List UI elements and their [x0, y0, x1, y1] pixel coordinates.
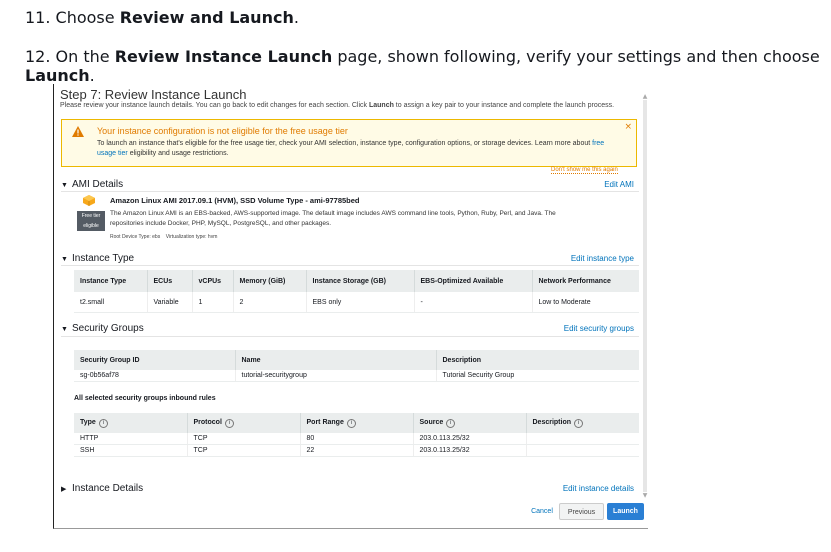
table-header-row: Instance Type ECUs vCPUs Memory (GiB) In…: [74, 270, 639, 292]
table-header-row: Security Group ID Name Description: [74, 350, 639, 370]
table-cell: -: [413, 292, 532, 313]
column-header: Description: [435, 350, 639, 370]
ami-name: Amazon Linux AMI 2017.09.1 (HVM), SSD Vo…: [110, 196, 360, 205]
caret-right-icon: ▶: [61, 486, 67, 493]
free-tier-badge: Free tier eligible: [77, 211, 105, 231]
column-header: Network Performance: [531, 270, 639, 292]
table-cell: t2.small: [74, 292, 147, 313]
info-icon[interactable]: i: [346, 418, 356, 428]
table-cell: HTTP: [74, 433, 187, 445]
table-header-row: Type i Protocol i Port Range i Source i Desc…: [74, 413, 639, 433]
table-cell: 80: [299, 433, 413, 445]
column-header: Instance Type: [74, 270, 147, 292]
table-cell: 203.0.113.25/32: [412, 444, 526, 457]
column-header: Description i: [525, 413, 639, 433]
table-row: SSH TCP 22 203.0.113.25/32: [74, 444, 639, 457]
table-row: t2.small Variable 1 2 EBS only - Low to …: [74, 292, 639, 313]
section-ami-details[interactable]: ▼ AMI Details: [61, 179, 123, 190]
table-cell: Variable: [146, 292, 192, 313]
security-groups-table: Security Group ID Name Description sg-0b…: [74, 350, 639, 382]
table-cell: 2: [232, 292, 306, 313]
column-header: Type i: [74, 413, 187, 433]
table-cell: 1: [191, 292, 233, 313]
column-header: Memory (GiB): [232, 270, 306, 292]
ami-description: The Amazon Linux AMI is an EBS-backed, A…: [110, 210, 556, 227]
column-header: ECUs: [146, 270, 192, 292]
page-subtitle: Please review your instance launch detai…: [60, 102, 615, 109]
table-cell: EBS only: [305, 292, 414, 313]
console-screenshot: Step 7: Review Instance Launch Please re…: [53, 84, 648, 529]
page-title: Step 7: Review Instance Launch: [60, 87, 247, 102]
column-header: Port Range i: [299, 413, 413, 433]
info-icon[interactable]: i: [574, 418, 584, 428]
divider: [61, 265, 639, 266]
table-cell: [525, 433, 639, 445]
table-cell: SSH: [74, 444, 187, 457]
close-icon[interactable]: ×: [624, 122, 632, 132]
instance-type-table: Instance Type ECUs vCPUs Memory (GiB) In…: [74, 270, 639, 313]
caret-down-icon: ▼: [61, 256, 68, 263]
table-cell: 22: [299, 444, 413, 457]
edit-instance-details-link[interactable]: Edit instance details: [563, 484, 634, 493]
inbound-rules-label: All selected security groups inbound rul…: [74, 395, 216, 402]
scrollbar-thumb[interactable]: [643, 100, 647, 492]
column-header: EBS-Optimized Available: [413, 270, 532, 292]
caret-down-icon: ▼: [61, 182, 68, 189]
info-icon[interactable]: i: [224, 418, 234, 428]
cancel-button[interactable]: Cancel: [524, 503, 560, 520]
warning-icon: [72, 126, 84, 137]
edit-security-groups-link[interactable]: Edit security groups: [564, 324, 634, 333]
table-row: sg-0b56af78 tutorial-securitygroup Tutor…: [74, 370, 639, 382]
info-icon[interactable]: i: [98, 418, 108, 428]
column-header: Protocol i: [186, 413, 300, 433]
column-header: vCPUs: [191, 270, 233, 292]
table-cell: 203.0.113.25/32: [412, 433, 526, 445]
table-cell: [525, 444, 639, 457]
scrollbar[interactable]: ▲ ▼: [642, 94, 648, 499]
table-cell: Tutorial Security Group: [435, 370, 639, 382]
doc-step-11: 11. Choose Review and Launch.: [25, 8, 299, 27]
column-header: Security Group ID: [74, 350, 235, 370]
section-instance-type[interactable]: ▼ Instance Type: [61, 253, 134, 264]
section-security-groups[interactable]: ▼ Security Groups: [61, 323, 144, 334]
table-cell: sg-0b56af78: [74, 370, 235, 382]
launch-button[interactable]: Launch: [607, 503, 644, 520]
ami-cube-icon: [83, 195, 95, 206]
previous-button[interactable]: Previous: [559, 503, 604, 520]
section-instance-details[interactable]: ▶ Instance Details: [61, 483, 143, 494]
alert-title: Your instance configuration is not eligi…: [97, 126, 348, 136]
divider: [61, 191, 639, 192]
ami-meta: Root Device Type: ebs Virtualization typ…: [110, 234, 218, 240]
column-header: Instance Storage (GB): [305, 270, 414, 292]
table-cell: Low to Moderate: [531, 292, 639, 313]
column-header: Name: [234, 350, 436, 370]
column-header: Source i: [412, 413, 526, 433]
table-cell: TCP: [186, 444, 300, 457]
table-row: HTTP TCP 80 203.0.113.25/32: [74, 433, 639, 445]
free-tier-warning: Your instance configuration is not eligi…: [61, 119, 637, 167]
inbound-rules-table: Type i Protocol i Port Range i Source i Desc…: [74, 413, 639, 457]
doc-step-12: 12. On the Review Instance Launch page, …: [25, 47, 820, 85]
info-icon[interactable]: i: [446, 418, 456, 428]
table-cell: TCP: [186, 433, 300, 445]
caret-down-icon: ▼: [61, 326, 68, 333]
edit-ami-link[interactable]: Edit AMI: [604, 180, 634, 189]
divider: [61, 336, 639, 337]
dont-show-again-link[interactable]: Don't show me this again: [551, 167, 618, 174]
edit-instance-type-link[interactable]: Edit instance type: [571, 254, 634, 263]
table-cell: tutorial-securitygroup: [234, 370, 436, 382]
alert-body: To launch an instance that's eligible fo…: [97, 140, 605, 157]
scroll-down-icon[interactable]: ▼: [642, 493, 648, 499]
